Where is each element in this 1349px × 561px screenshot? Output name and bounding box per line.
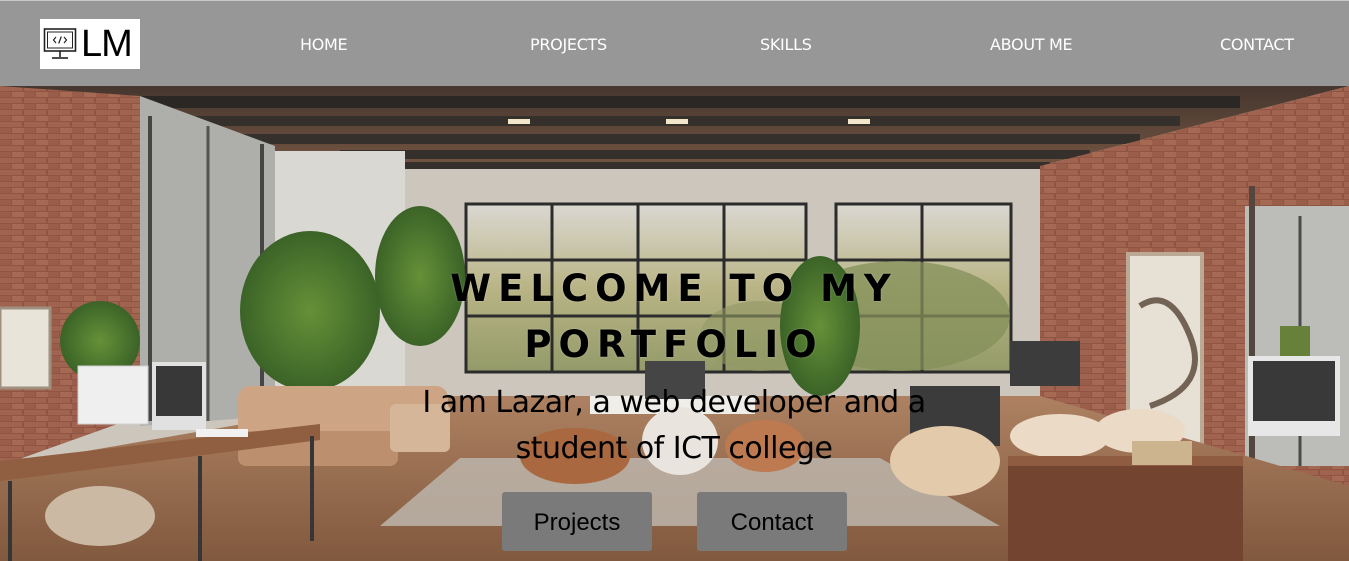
hero-subtitle: I am Lazar, a web developer and a studen… [374,380,974,472]
hero-title: WELCOME TO MY PORTFOLIO [374,261,974,373]
nav-skills-link[interactable]: SKILLS [760,35,812,55]
logo-text: LM [81,23,133,65]
navbar: LM HOME PROJECTS SKILLS ABOUT ME CONTACT [0,0,1349,86]
code-monitor-icon [43,28,77,59]
hero-subtitle-line-2: student of ICT college [515,431,833,466]
hero-title-line-2: PORTFOLIO [524,322,824,366]
hero-section: WELCOME TO MY PORTFOLIO I am Lazar, a we… [0,86,1349,561]
site-logo[interactable]: LM [40,19,140,69]
projects-button[interactable]: Projects [502,492,652,551]
hero-title-line-1: WELCOME TO MY [450,266,898,310]
contact-button[interactable]: Contact [697,492,847,551]
nav-home-link[interactable]: HOME [300,35,348,55]
nav-about-link[interactable]: ABOUT ME [990,35,1073,55]
nav-contact-link[interactable]: CONTACT [1220,35,1294,55]
portfolio-page: LM HOME PROJECTS SKILLS ABOUT ME CONTACT [0,0,1349,561]
hero-subtitle-line-1: I am Lazar, a web developer and a [422,385,926,420]
nav-projects-link[interactable]: PROJECTS [530,35,607,55]
